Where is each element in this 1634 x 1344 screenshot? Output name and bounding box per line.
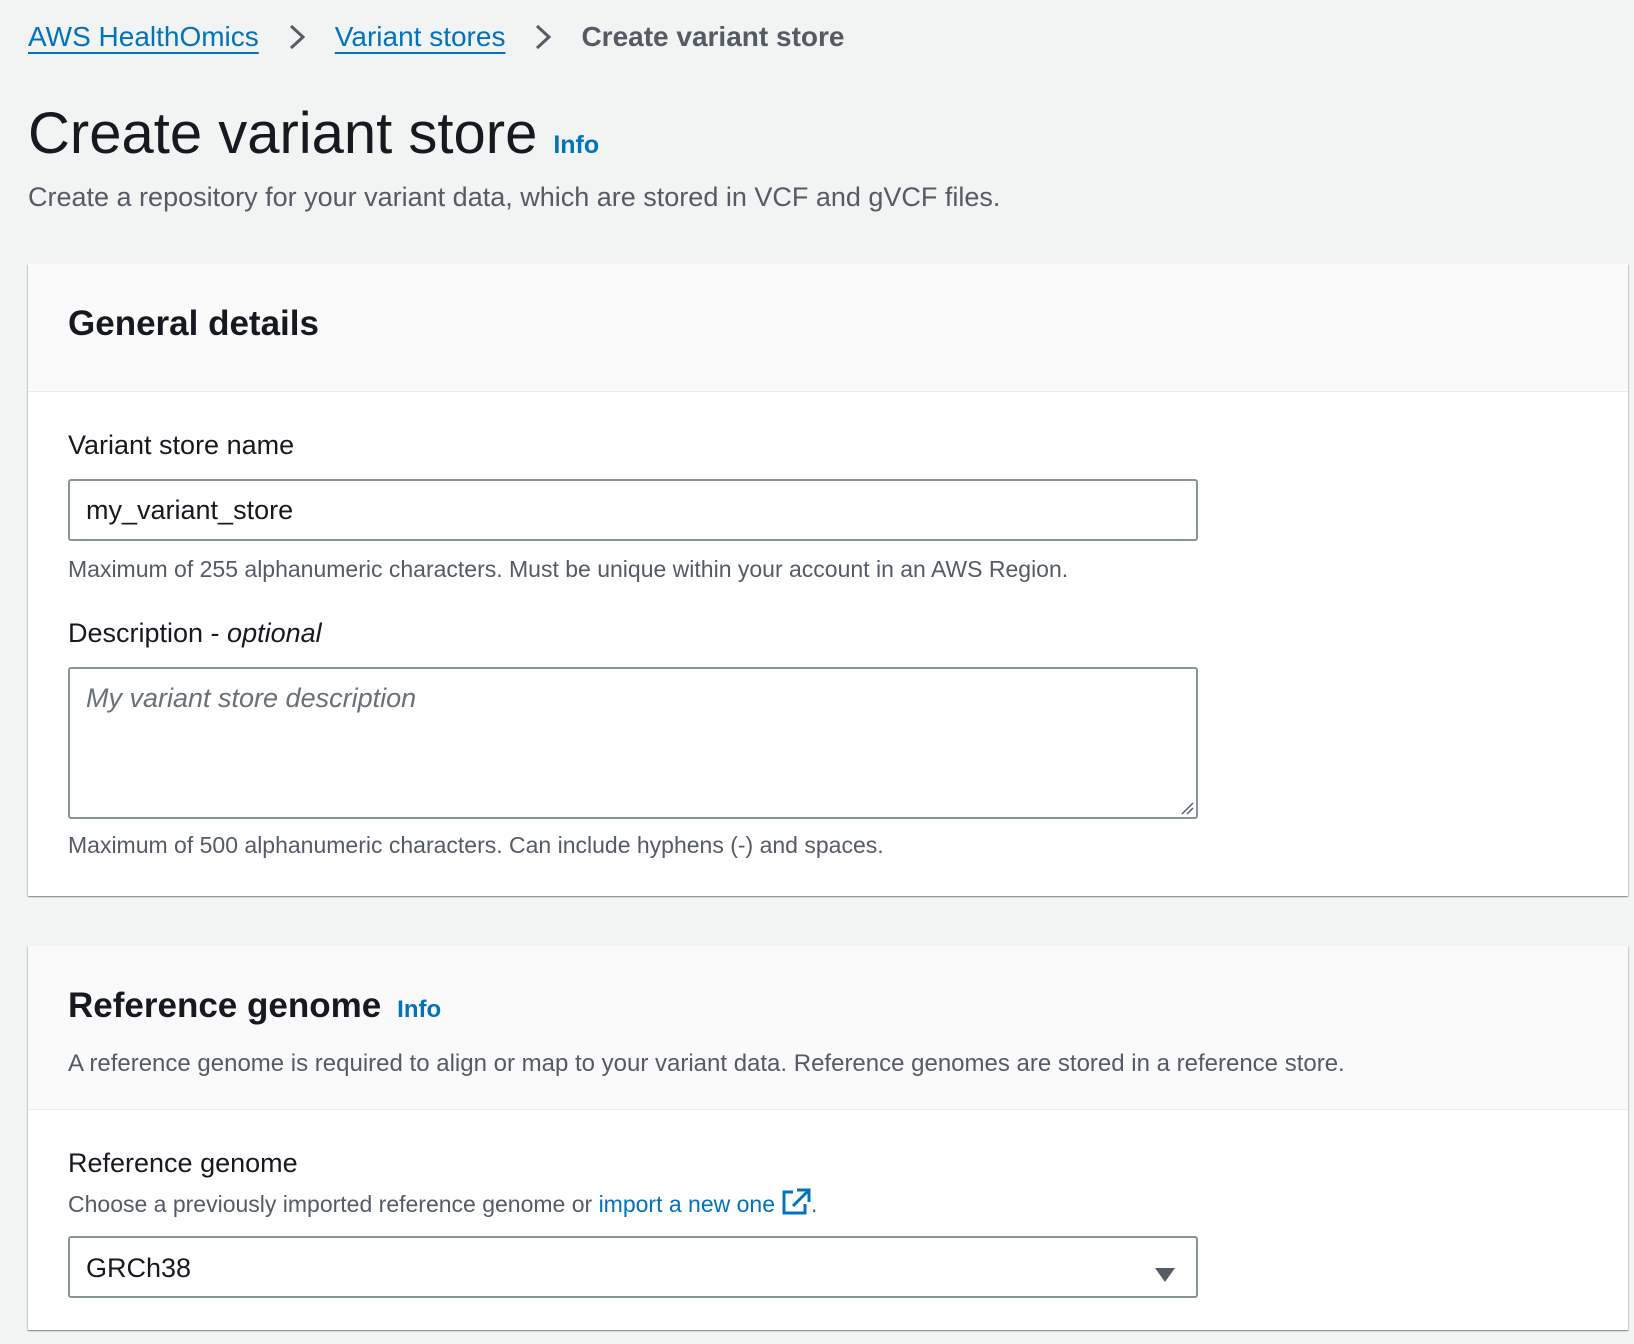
chevron-right-icon xyxy=(279,16,315,58)
resize-grip-icon[interactable] xyxy=(1180,801,1194,815)
page-header: Create variant store Info xyxy=(28,100,599,167)
reference-genome-selected-value: GRCh38 xyxy=(86,1253,192,1283)
reference-genome-info-link[interactable]: Info xyxy=(397,996,441,1024)
page-info-link[interactable]: Info xyxy=(553,131,599,160)
variant-store-name-hint: Maximum of 255 alphanumeric characters. … xyxy=(68,556,1069,582)
general-details-header: General details xyxy=(28,264,1628,392)
description-textarea[interactable] xyxy=(68,667,1198,819)
description-hint: Maximum of 500 alphanumeric characters. … xyxy=(68,832,884,858)
external-link-icon[interactable] xyxy=(781,1188,811,1222)
breadcrumb-link-healthomics[interactable]: AWS HealthOmics xyxy=(28,21,259,53)
page: AWS HealthOmics Variant stores Create va… xyxy=(0,0,1634,1344)
reference-genome-title: Reference genome xyxy=(68,986,382,1025)
page-title: Create variant store xyxy=(28,101,538,166)
reference-genome-subtitle: A reference genome is required to align … xyxy=(68,1050,1345,1077)
reference-genome-title-row: Reference genome Info xyxy=(68,986,441,1026)
breadcrumb-current: Create variant store xyxy=(581,21,845,52)
reference-genome-field-label: Reference genome xyxy=(68,1148,298,1178)
description-label-text: Description - xyxy=(68,618,228,648)
reference-genome-hint-text: Choose a previously imported reference g… xyxy=(68,1191,599,1217)
description-optional-text: optional xyxy=(227,618,322,648)
variant-store-name-input[interactable] xyxy=(68,479,1198,541)
breadcrumb: AWS HealthOmics Variant stores Create va… xyxy=(28,16,844,58)
general-details-title: General details xyxy=(68,304,319,343)
caret-down-icon xyxy=(1154,1259,1176,1290)
variant-store-name-label: Variant store name xyxy=(68,430,295,460)
import-new-reference-link[interactable]: import a new one xyxy=(599,1191,775,1217)
reference-genome-header: Reference genome Info A reference genome… xyxy=(28,946,1628,1110)
breadcrumb-link-variant-stores[interactable]: Variant stores xyxy=(335,21,506,53)
page-description: Create a repository for your variant dat… xyxy=(28,182,1001,212)
general-details-panel: General details Variant store name Maxim… xyxy=(28,264,1628,896)
reference-genome-hint: Choose a previously imported reference g… xyxy=(68,1188,817,1222)
reference-genome-hint-suffix: . xyxy=(811,1191,818,1217)
chevron-right-icon xyxy=(525,16,561,58)
description-label: Description - optional xyxy=(68,618,322,649)
reference-genome-select[interactable]: GRCh38 xyxy=(68,1236,1198,1298)
reference-genome-panel: Reference genome Info A reference genome… xyxy=(28,946,1628,1330)
